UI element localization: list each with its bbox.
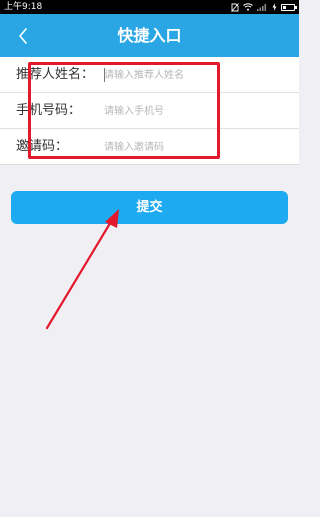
referrer-name-input[interactable]	[104, 63, 284, 87]
status-time: 上午9:18	[4, 2, 43, 12]
nav-bar: 快捷入口	[0, 14, 299, 57]
submit-button[interactable]: 提交	[11, 191, 288, 224]
form-row-invite-code: 邀请码：	[0, 129, 299, 165]
status-bar: 上午9:18	[0, 0, 299, 14]
wifi-icon	[243, 3, 253, 11]
no-sim-icon	[231, 2, 239, 12]
invite-code-label: 邀请码：	[16, 139, 69, 154]
status-icons	[231, 0, 297, 14]
battery-icon	[281, 3, 297, 11]
form-row-referrer-name: 推荐人姓名：	[0, 57, 299, 93]
app-screen: 上午9:18 快捷入口 推荐人姓名： 请输入推荐人姓名 手机号码： 请输入手机号…	[0, 0, 299, 517]
charging-icon	[272, 3, 277, 11]
form-row-phone: 手机号码：	[0, 93, 299, 129]
signal-icon	[257, 4, 267, 11]
page-title: 快捷入口	[117, 26, 182, 45]
chevron-left-icon	[19, 28, 27, 44]
phone-input[interactable]	[104, 99, 284, 123]
phone-label: 手机号码：	[16, 103, 82, 118]
text-cursor	[104, 68, 105, 82]
invite-code-input[interactable]	[104, 135, 284, 159]
back-button[interactable]	[10, 23, 36, 49]
referral-form: 推荐人姓名： 手机号码： 邀请码：	[0, 57, 299, 165]
referrer-name-label: 推荐人姓名：	[16, 67, 95, 82]
